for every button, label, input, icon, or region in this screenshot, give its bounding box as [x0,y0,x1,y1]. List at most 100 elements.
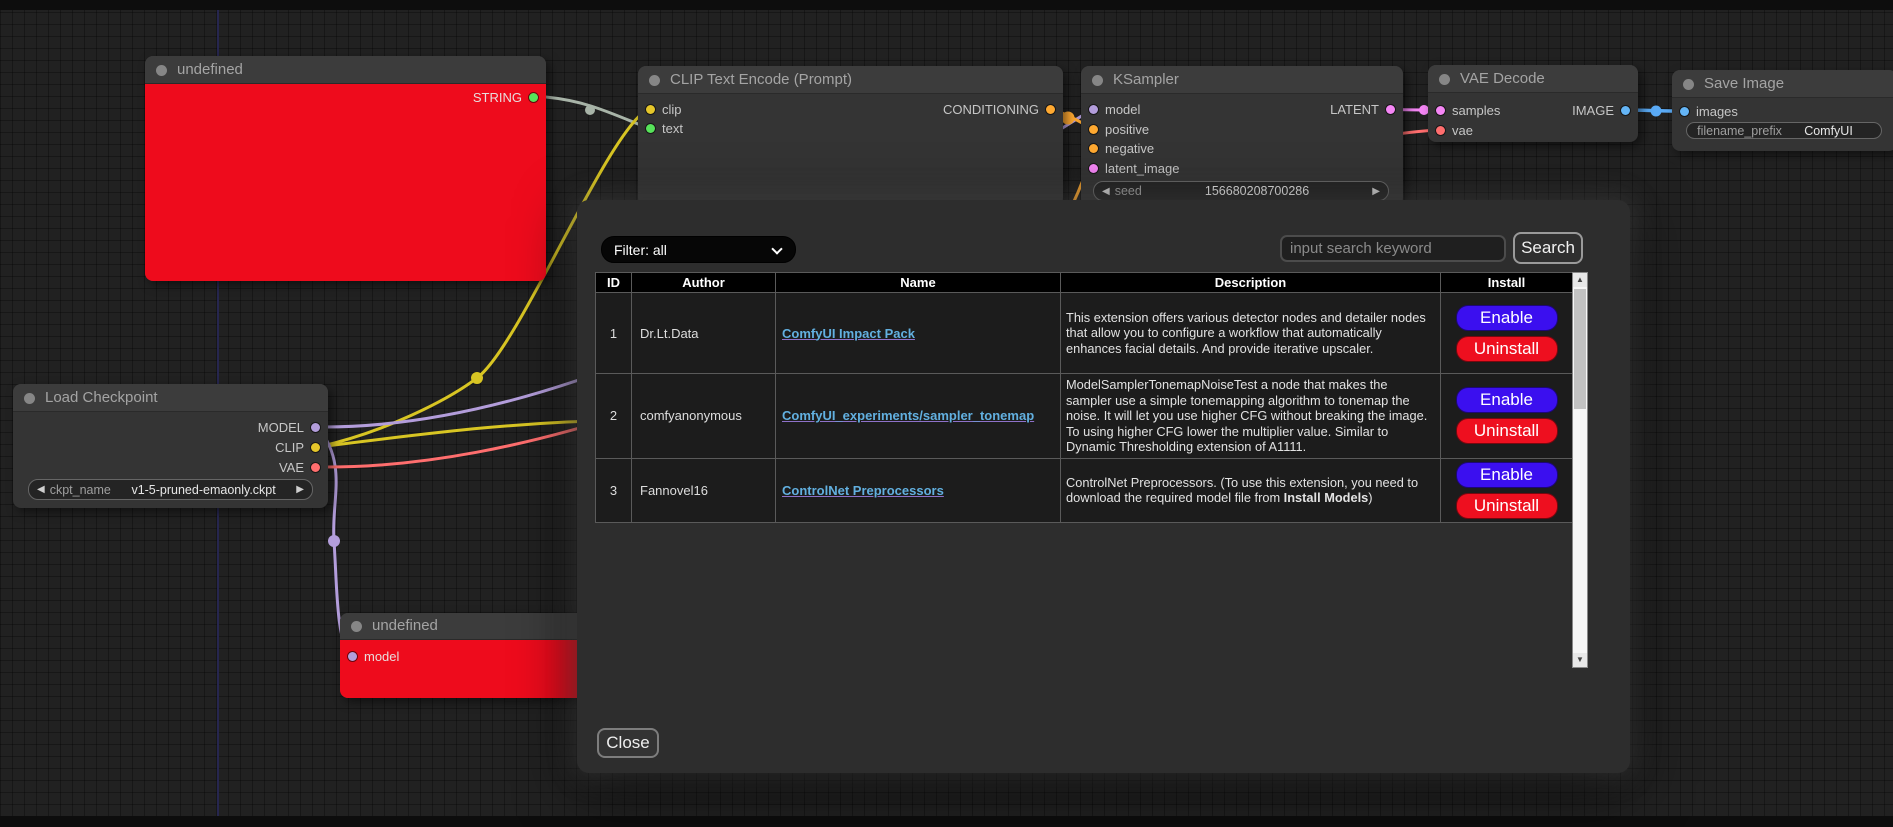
node-collapse-dot-icon[interactable] [649,75,660,86]
input-slot-samples: samples [1436,101,1500,119]
uninstall-button[interactable]: Uninstall [1456,418,1558,444]
string-output-port[interactable] [529,93,538,102]
images-input-port[interactable] [1680,107,1689,116]
ckpt-name-widget[interactable]: ◀ ckpt_name v1-5-pruned-emaonly.ckpt ▶ [28,479,313,500]
input-slot-latent-image: latent_image [1089,159,1179,177]
decrement-arrow-icon[interactable]: ◀ [37,484,45,495]
enable-button[interactable]: Enable [1456,387,1558,413]
increment-arrow-icon[interactable]: ▶ [296,484,304,495]
vae-output-port[interactable] [311,463,320,472]
latent-output-port[interactable] [1386,105,1395,114]
node-collapse-dot-icon[interactable] [156,65,167,76]
input-slot-model: model [348,647,399,665]
node-undefined-top[interactable]: undefined STRING [145,56,546,281]
input-slot-negative: negative [1089,139,1154,157]
manager-dialog: Filter: all Search ID Author Name Descri… [577,200,1630,773]
filter-dropdown[interactable]: Filter: all [601,236,796,263]
table-row: 2 comfyanonymous ComfyUI_experiments/sam… [596,374,1573,459]
node-title: Save Image [1704,75,1784,92]
extension-description: ModelSamplerTonemapNoiseTest a node that… [1061,374,1441,459]
node-collapse-dot-icon[interactable] [351,621,362,632]
header-author: Author [632,273,776,293]
extension-link[interactable]: ControlNet Preprocessors [782,483,944,498]
filename-prefix-widget[interactable]: filename_prefix ComfyUI [1686,122,1882,139]
node-load-checkpoint[interactable]: Load Checkpoint MODEL CLIP VAE ◀ ckpt_na… [13,384,328,508]
search-button[interactable]: Search [1513,232,1583,264]
model-input-port[interactable] [1089,105,1098,114]
reroute-dot [328,535,340,547]
vae-input-port[interactable] [1436,126,1445,135]
comfyui-canvas[interactable]: undefined STRING CLIP Text Encode (Promp… [0,0,1893,827]
node-vae-decode[interactable]: VAE Decode samples vae IMAGE [1428,65,1638,142]
node-clip-text-encode[interactable]: CLIP Text Encode (Prompt) clip text COND… [638,66,1063,206]
node-collapse-dot-icon[interactable] [24,393,35,404]
extension-author: comfyanonymous [632,374,776,459]
text-input-port[interactable] [646,124,655,133]
positive-input-port[interactable] [1089,125,1098,134]
output-slot-model: MODEL [258,418,320,436]
output-slot-conditioning: CONDITIONING [943,100,1055,118]
node-collapse-dot-icon[interactable] [1439,74,1450,85]
node-title: VAE Decode [1460,70,1545,87]
model-output-port[interactable] [311,423,320,432]
reroute-dot [1651,106,1662,117]
close-button[interactable]: Close [597,728,659,758]
node-titlebar: undefined [340,613,615,640]
uninstall-button[interactable]: Uninstall [1456,336,1558,362]
scrollbar-thumb[interactable] [1574,289,1586,409]
search-input[interactable] [1280,235,1506,262]
node-title: Load Checkpoint [45,389,158,406]
node-titlebar: VAE Decode [1428,65,1638,93]
canvas-edge-top [0,0,1893,10]
wire-string-to-text [546,97,648,128]
node-collapse-dot-icon[interactable] [1092,75,1103,86]
scroll-up-icon[interactable]: ▲ [1573,273,1587,287]
model-input-port[interactable] [348,652,357,661]
header-id: ID [596,273,632,293]
output-slot-vae: VAE [279,458,320,476]
extension-link[interactable]: ComfyUI_experiments/sampler_tonemap [782,408,1034,423]
extension-author: Fannovel16 [632,458,776,522]
reroute-dot [471,372,483,384]
extension-description: ControlNet Preprocessors. (To use this e… [1061,458,1441,522]
output-slot-clip: CLIP [275,438,320,456]
canvas-edge-bottom [0,816,1893,827]
seed-widget[interactable]: ◀ seed 156680208700286 ▶ [1093,181,1389,201]
table-scrollbar[interactable]: ▲ ▼ [1572,272,1588,668]
clip-input-port[interactable] [646,105,655,114]
extension-description: This extension offers various detector n… [1061,293,1441,374]
extension-id: 1 [596,293,632,374]
decrement-arrow-icon[interactable]: ◀ [1102,186,1110,197]
scroll-down-icon[interactable]: ▼ [1573,653,1587,667]
increment-arrow-icon[interactable]: ▶ [1372,186,1380,197]
node-ksampler[interactable]: KSampler model positive negative latent_… [1081,66,1403,206]
input-slot-vae: vae [1436,121,1473,139]
extension-id: 2 [596,374,632,459]
output-slot-image: IMAGE [1572,101,1630,119]
input-slot-clip: clip [646,100,682,118]
extension-author: Dr.Lt.Data [632,293,776,374]
negative-input-port[interactable] [1089,144,1098,153]
node-titlebar: undefined [145,56,546,84]
enable-button[interactable]: Enable [1456,305,1558,331]
header-name: Name [776,273,1061,293]
extensions-table: ID Author Name Description Install 1 Dr.… [595,272,1572,523]
input-slot-positive: positive [1089,120,1149,138]
samples-input-port[interactable] [1436,106,1445,115]
clip-output-port[interactable] [311,443,320,452]
image-output-port[interactable] [1621,106,1630,115]
enable-button[interactable]: Enable [1456,462,1558,488]
node-collapse-dot-icon[interactable] [1683,79,1694,90]
header-install: Install [1441,273,1573,293]
table-row: 3 Fannovel16 ControlNet Preprocessors Co… [596,458,1573,522]
node-undefined-bottom[interactable]: undefined model [340,613,615,698]
uninstall-button[interactable]: Uninstall [1456,493,1558,519]
input-slot-model: model [1089,100,1140,118]
extension-link[interactable]: ComfyUI Impact Pack [782,326,915,341]
node-titlebar: Load Checkpoint [13,384,328,412]
conditioning-output-port[interactable] [1046,105,1055,114]
node-save-image[interactable]: Save Image images filename_prefix ComfyU… [1672,70,1893,151]
latent-image-input-port[interactable] [1089,164,1098,173]
node-titlebar: KSampler [1081,66,1403,94]
reroute-dot [585,105,595,115]
